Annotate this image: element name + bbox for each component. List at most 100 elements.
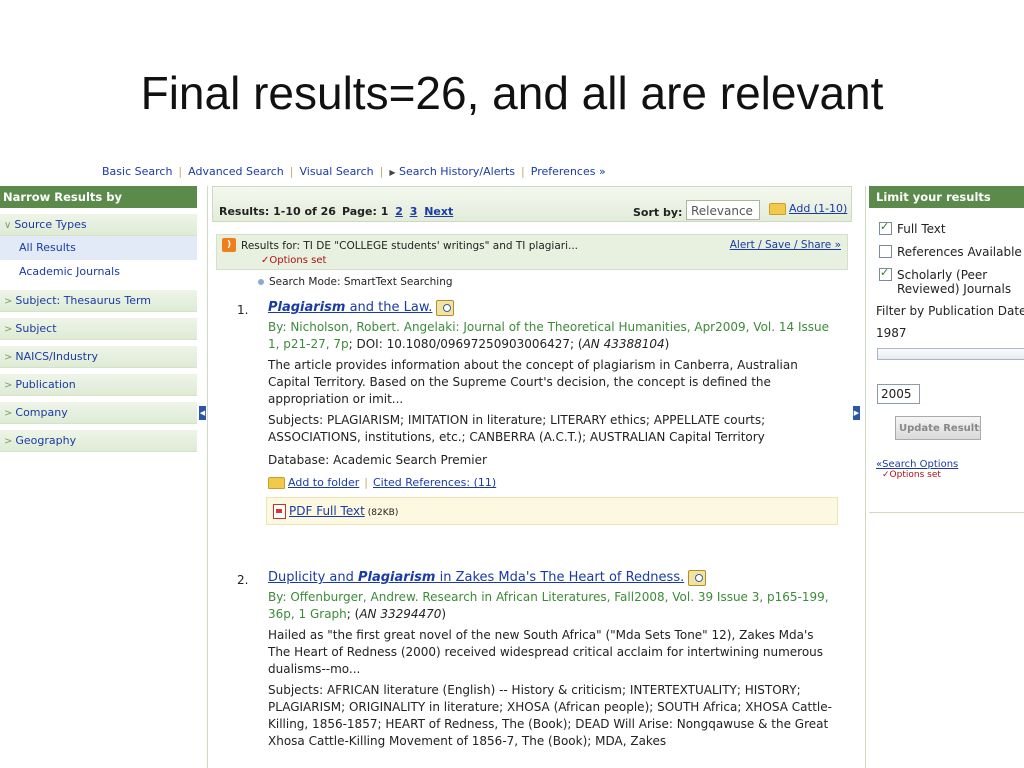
- advanced-search-link[interactable]: Advanced Search: [188, 165, 284, 178]
- result-byline: By: Nicholson, Robert. Angelaki: Journal…: [268, 320, 829, 351]
- checkbox-label-line2: Reviewed) Journals: [897, 282, 1012, 296]
- collapse-left-panel-button[interactable]: ◀: [199, 406, 206, 420]
- result-subjects: Subjects: AFRICAN literature (English) -…: [268, 683, 832, 748]
- top-navigation: Basic Search | Advanced Search | Visual Sear…: [102, 165, 606, 178]
- page-2-link[interactable]: 2: [395, 205, 403, 218]
- limit-results-panel: Limit your results Full Text References …: [869, 186, 1024, 526]
- results-count-text: Results: 1-10 of 26: [219, 205, 336, 218]
- result-number: 1.: [237, 303, 249, 317]
- results-panel: Results: 1-10 of 26 Page: 1 2 3 Next Sort…: [212, 186, 852, 768]
- accession-number: AN 33294470: [359, 607, 442, 621]
- references-available-checkbox[interactable]: References Available: [869, 245, 1024, 259]
- checkbox-label: References Available: [897, 245, 1022, 259]
- page-label: Page: 1: [341, 205, 389, 218]
- search-history-link[interactable]: Search History/Alerts: [399, 165, 515, 178]
- cited-references-link[interactable]: Cited References: (11): [373, 476, 496, 489]
- title-highlight: Plagiarism: [358, 570, 436, 585]
- page-3-link[interactable]: 3: [410, 205, 418, 218]
- result-database: Database: Academic Search Premier: [268, 453, 487, 467]
- result-title-link[interactable]: Plagiarism and the Law.: [268, 300, 432, 315]
- add-to-folder-link[interactable]: Add to folder: [288, 476, 359, 489]
- rss-icon[interactable]: ): [222, 238, 236, 252]
- facet-company[interactable]: > Company: [0, 402, 197, 424]
- facet-geography[interactable]: > Geography: [0, 430, 197, 452]
- preferences-link[interactable]: Preferences »: [531, 165, 606, 178]
- alert-save-share-link[interactable]: Alert / Save / Share »: [730, 239, 841, 251]
- add-results-text[interactable]: Add (1-10): [789, 202, 847, 215]
- limit-results-heading: Limit your results: [869, 186, 1024, 208]
- narrow-results-heading: Narrow Results by: [0, 186, 197, 208]
- doi-text: ; DOI: 10.1080/09697250903006427; (: [348, 337, 583, 351]
- facet-label: Company: [15, 406, 68, 419]
- preview-icon[interactable]: [688, 569, 707, 586]
- accession-number: AN 43388104: [582, 337, 665, 351]
- title-rest: in Zakes Mda's The Heart of Redness.: [435, 570, 685, 585]
- slide-title: Final results=26, and all are relevant: [140, 67, 884, 119]
- title-prefix: Duplicity and: [268, 570, 358, 585]
- source-all-results[interactable]: All Results: [0, 236, 197, 260]
- chevron-down-icon: ∨: [4, 220, 12, 231]
- facet-label: Source Types: [14, 218, 87, 231]
- chevron-right-icon: >: [4, 352, 13, 363]
- publication-date-label: Filter by Publication Date: [876, 304, 1024, 318]
- checkbox-checked-icon[interactable]: [879, 220, 892, 235]
- nav-divider: |: [289, 165, 294, 178]
- collapse-right-panel-button[interactable]: ▶: [853, 406, 860, 420]
- facet-source-types[interactable]: ∨ Source Types: [0, 214, 197, 236]
- date-to-input[interactable]: 2005: [877, 384, 920, 404]
- result-abstract: Hailed as "the first great novel of the …: [268, 628, 824, 676]
- options-set-indicator: ✓Options set: [882, 470, 941, 480]
- nav-divider: |: [178, 165, 183, 178]
- link-divider: |: [364, 476, 368, 489]
- checkbox-icon[interactable]: [879, 245, 892, 258]
- checkbox-checked-icon[interactable]: [879, 266, 892, 281]
- preview-icon[interactable]: [436, 299, 455, 316]
- right-divider: [865, 186, 866, 768]
- nav-divider: |: [521, 165, 525, 178]
- facet-subject-thesaurus[interactable]: > Subject: Thesaurus Term: [0, 290, 197, 312]
- sort-select[interactable]: Relevance: [686, 200, 760, 220]
- result-abstract: The article provides information about t…: [268, 358, 798, 406]
- date-from-value[interactable]: 1987: [869, 326, 1024, 340]
- pdf-full-text-link[interactable]: PDF Full Text: [289, 504, 365, 518]
- triangle-right-icon: ▶: [389, 168, 396, 177]
- facet-label: Subject: [15, 322, 57, 335]
- add-results-link[interactable]: Add (1-10): [769, 202, 847, 215]
- visual-search-link[interactable]: Visual Search: [299, 165, 373, 178]
- chevron-right-icon: >: [4, 380, 13, 391]
- results-toolbar: Results: 1-10 of 26 Page: 1 2 3 Next Sort…: [212, 186, 852, 222]
- checkbox-label: Full Text: [897, 222, 946, 236]
- facet-label: Publication: [15, 378, 76, 391]
- basic-search-link[interactable]: Basic Search: [102, 165, 172, 178]
- title-rest: and the Law.: [345, 300, 433, 315]
- chevron-right-icon: >: [4, 296, 13, 307]
- title-highlight: Plagiarism: [268, 300, 346, 315]
- search-mode-text: Search Mode: SmartText Searching: [269, 276, 453, 288]
- chevron-right-icon: >: [4, 436, 13, 447]
- options-set-indicator: ✓Options set: [261, 255, 327, 266]
- search-mode: Search Mode: SmartText Searching: [258, 276, 453, 288]
- full-text-checkbox[interactable]: Full Text: [869, 220, 1024, 236]
- results-for-bar: ) Results for: TI DE "COLLEGE students' …: [216, 234, 848, 270]
- checkbox-label: Scholarly (Peer: [897, 268, 988, 282]
- chevron-right-icon: >: [4, 324, 13, 335]
- update-results-button[interactable]: Update Results: [895, 416, 981, 440]
- pdf-fulltext-box: PDF Full Text (82KB): [266, 497, 838, 525]
- pdf-size: (82KB): [367, 508, 399, 518]
- scholarly-journals-checkbox[interactable]: Scholarly (PeerReviewed) Journals: [869, 266, 1024, 296]
- search-options-link[interactable]: «Search Options: [876, 459, 958, 470]
- result-title[interactable]: Duplicity and Plagiarism in Zakes Mda's …: [268, 568, 838, 588]
- result-title-link[interactable]: Duplicity and Plagiarism in Zakes Mda's …: [268, 570, 684, 585]
- source-academic-journals[interactable]: Academic Journals: [0, 260, 197, 284]
- publication-date-slider[interactable]: [877, 348, 1024, 360]
- facet-subject[interactable]: > Subject: [0, 318, 197, 340]
- result-title[interactable]: Plagiarism and the Law.: [268, 298, 838, 318]
- result-byline: By: Offenburger, Andrew. Research in Afr…: [268, 590, 829, 621]
- facet-naics-industry[interactable]: > NAICS/Industry: [0, 346, 197, 368]
- search-query-text: Results for: TI DE "COLLEGE students' wr…: [241, 240, 579, 252]
- next-page-link[interactable]: Next: [424, 205, 453, 218]
- facet-publication[interactable]: > Publication: [0, 374, 197, 396]
- narrow-results-sidebar: Narrow Results by ∨ Source Types All Resu…: [0, 186, 197, 768]
- left-divider: [207, 186, 208, 768]
- bullet-icon: [258, 279, 264, 285]
